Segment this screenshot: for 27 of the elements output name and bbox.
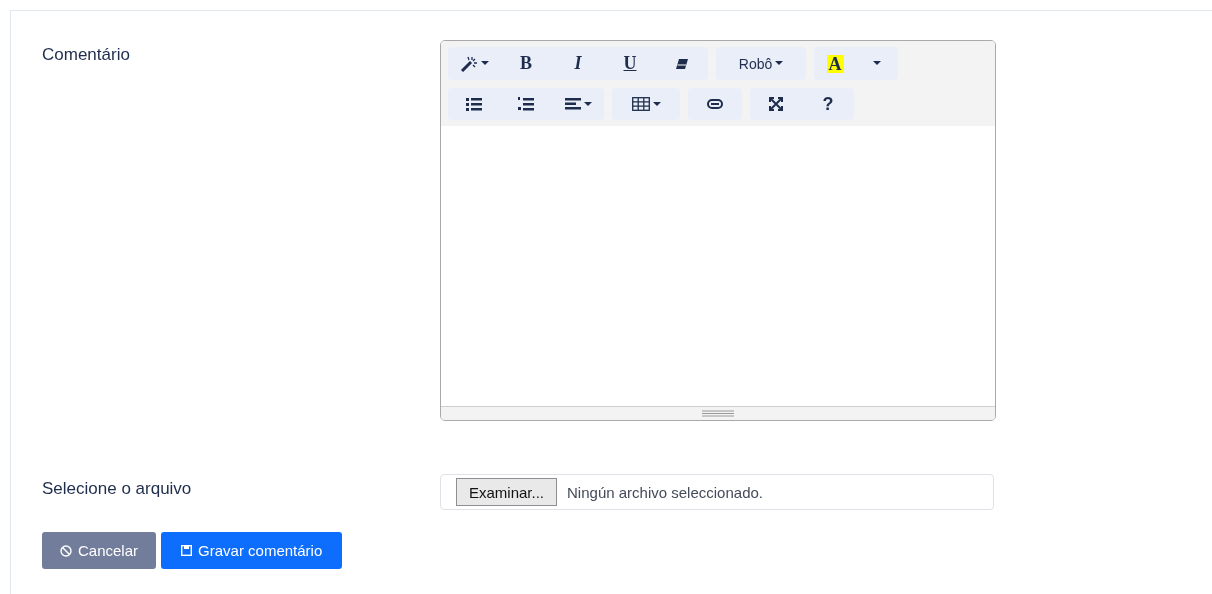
align-left-icon — [564, 98, 581, 110]
underline-button[interactable]: U — [604, 47, 656, 80]
resize-handle-icon — [702, 410, 734, 417]
caret-icon — [480, 61, 489, 66]
caret-icon — [775, 61, 784, 66]
cancel-button[interactable]: Cancelar — [42, 532, 157, 569]
caret-icon — [652, 101, 661, 107]
italic-button[interactable]: I — [552, 47, 604, 80]
expand-icon — [769, 97, 783, 111]
save-icon — [181, 545, 193, 556]
caret-icon — [873, 61, 881, 66]
numbered-list-icon — [518, 97, 534, 111]
field-label: Comentário — [42, 44, 131, 65]
bold-button[interactable]: B — [500, 47, 552, 80]
caret-icon — [583, 101, 592, 107]
font-dropdown[interactable]: Robô — [716, 47, 806, 80]
cancel-icon — [60, 544, 72, 557]
field-label: Selecione o arquivo — [42, 478, 193, 499]
file-status-text: Ningún archivo seleccionado. — [567, 483, 763, 501]
save-button[interactable]: Gravar comentário — [161, 532, 343, 569]
eraser-icon — [675, 57, 689, 70]
file-input[interactable]: Examinar... Ningún archivo seleccionado. — [440, 474, 994, 510]
browse-button[interactable]: Examinar... — [456, 478, 558, 506]
magic-wand-icon — [459, 55, 478, 72]
link-icon — [707, 99, 723, 109]
bullet-list-icon — [466, 97, 482, 111]
table-icon — [631, 97, 650, 111]
